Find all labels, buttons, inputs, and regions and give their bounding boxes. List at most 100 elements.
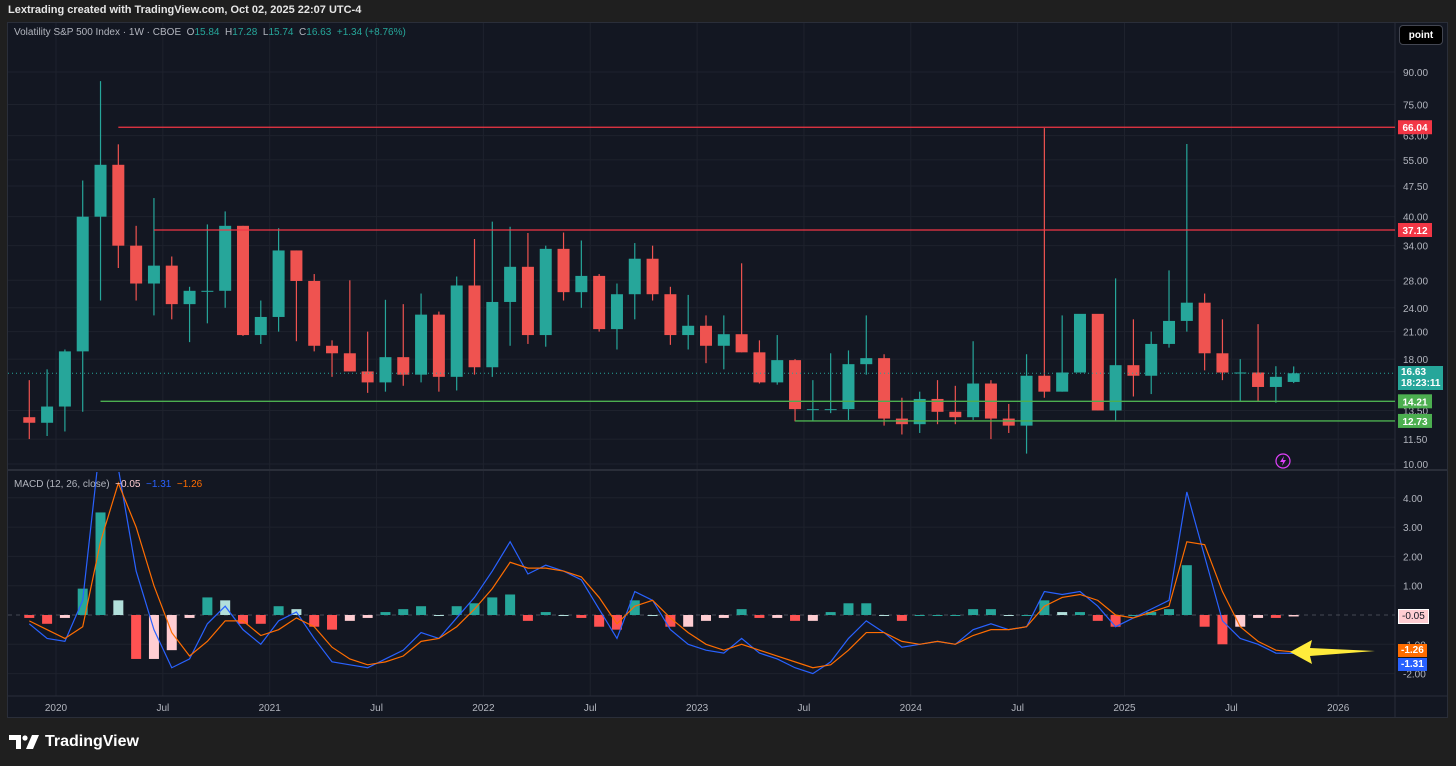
macd-histogram-bar <box>611 615 622 630</box>
last-price: 16.63 <box>1401 367 1427 378</box>
macd-tick-label: 2.00 <box>1403 552 1423 563</box>
macd-histogram-bar <box>59 615 70 618</box>
price-tick-label: 11.50 <box>1403 435 1428 446</box>
candle-body <box>1216 353 1229 373</box>
macd-histogram-bar <box>522 615 533 621</box>
macd-histogram-bar <box>95 512 106 615</box>
candle-body <box>575 275 588 293</box>
macd-histogram-bar <box>273 606 284 615</box>
candle-body <box>1198 302 1211 354</box>
macd-histogram-bar <box>24 615 35 618</box>
candle-body <box>76 216 89 352</box>
price-tick-label: 34.00 <box>1403 242 1428 253</box>
macd-histogram-bar <box>540 612 551 615</box>
macd-histogram-bar <box>914 615 925 616</box>
x-tick-label: 2023 <box>686 703 709 714</box>
macd-signal-value: −1.26 <box>176 479 203 490</box>
candle-body <box>41 406 54 423</box>
candle-body <box>628 258 641 295</box>
macd-histogram-bar <box>701 615 712 621</box>
macd-histogram-bar <box>1253 615 1264 618</box>
candle-body <box>1180 302 1193 321</box>
macd-histogram-bar <box>398 609 409 615</box>
macd-histogram-bar <box>718 615 729 618</box>
candle-body <box>610 294 623 330</box>
candle-body <box>450 285 463 377</box>
macd-hist-tag: -0.05 <box>1398 609 1429 624</box>
open-value: 15.84 <box>194 27 220 38</box>
candles <box>8 81 1395 454</box>
candle-body <box>1145 343 1158 376</box>
macd-histogram-bar <box>1092 615 1103 621</box>
macd-tick-label: 1.00 <box>1403 582 1423 593</box>
candle-body <box>806 409 819 411</box>
candle-body <box>130 245 143 284</box>
x-tick-label: Jul <box>370 703 383 714</box>
candle-body <box>1127 365 1140 376</box>
brand-name: TradingView <box>45 733 139 750</box>
x-tick-label: Jul <box>798 703 811 714</box>
candle-body <box>824 409 837 411</box>
x-tick-label: Jul <box>1225 703 1238 714</box>
candle-body <box>1073 313 1086 373</box>
macd-signal-tag: -1.26 <box>1398 644 1427 657</box>
x-tick-label: Jul <box>584 703 597 714</box>
x-tick-label: Jul <box>1011 703 1024 714</box>
candle-body <box>753 352 766 383</box>
candle-body <box>700 325 713 346</box>
candle-body <box>1287 373 1300 382</box>
candle-body <box>878 358 891 419</box>
macd-histogram-bar <box>843 603 854 615</box>
macd-histogram-bar <box>629 600 640 615</box>
tradingview-logo: TradingView <box>9 733 139 751</box>
level-tag-label: 37.12 <box>1402 226 1427 237</box>
macd-histogram-bar <box>220 600 231 615</box>
macd-histogram-bar <box>736 609 747 615</box>
macd-histogram-bar <box>487 597 498 615</box>
macd-tick-label: 4.00 <box>1403 494 1423 505</box>
price-tick-label: 21.00 <box>1403 328 1428 339</box>
price-tick-label: 18.00 <box>1403 355 1428 366</box>
candle-body <box>379 357 392 383</box>
macd-histogram-bar <box>1039 600 1050 615</box>
candle-body <box>486 301 499 368</box>
level-tag-label: 14.21 <box>1402 397 1427 408</box>
macd-histogram-bar <box>576 615 587 618</box>
candle-body <box>1002 418 1015 426</box>
candle-body <box>593 275 606 330</box>
candle-body <box>112 164 125 246</box>
macd-histogram-bar <box>327 615 338 630</box>
candle-body <box>415 314 428 375</box>
macd-histogram-bar <box>416 606 427 615</box>
level-tag-label: 12.73 <box>1402 417 1427 428</box>
macd-histogram-bar <box>1288 615 1299 617</box>
macd-histogram-bar <box>184 615 195 618</box>
candle-body <box>468 285 481 368</box>
candle-body <box>94 164 107 217</box>
macd-histogram-bar <box>380 612 391 615</box>
macd-histogram-bar <box>1021 615 1032 616</box>
candle-body <box>290 250 303 281</box>
candle-body <box>1163 320 1176 344</box>
candle-body <box>735 334 748 353</box>
macd-histogram-bar <box>1164 609 1175 615</box>
macd-histogram-bar <box>647 615 658 616</box>
macd-histogram-bar <box>433 615 444 616</box>
high-value: 17.28 <box>232 27 258 38</box>
price-tick-label: 40.00 <box>1403 213 1428 224</box>
candle-body <box>183 290 196 305</box>
chart-canvas[interactable]: 2020 Jul 2021 Jul 2022 Jul 2023 Jul 2024 Jul 2025 J… <box>0 0 1456 766</box>
macd-histogram-bar <box>1057 612 1068 615</box>
symbol-legend: Volatility S&P 500 Index · 1W · CBOE O15… <box>14 27 406 38</box>
x-tick-label: Jul <box>156 703 169 714</box>
candle-body <box>664 294 677 336</box>
point-button[interactable]: point <box>1399 25 1443 45</box>
macd-histogram-bar <box>113 600 124 615</box>
macd-histogram-bar <box>594 615 605 627</box>
macd-histogram-bar <box>896 615 907 621</box>
candle-body <box>343 353 356 372</box>
candle-body <box>1109 365 1122 411</box>
candle-body <box>397 357 410 375</box>
level-tag-label: 66.04 <box>1402 123 1427 134</box>
candle-body <box>236 225 249 336</box>
